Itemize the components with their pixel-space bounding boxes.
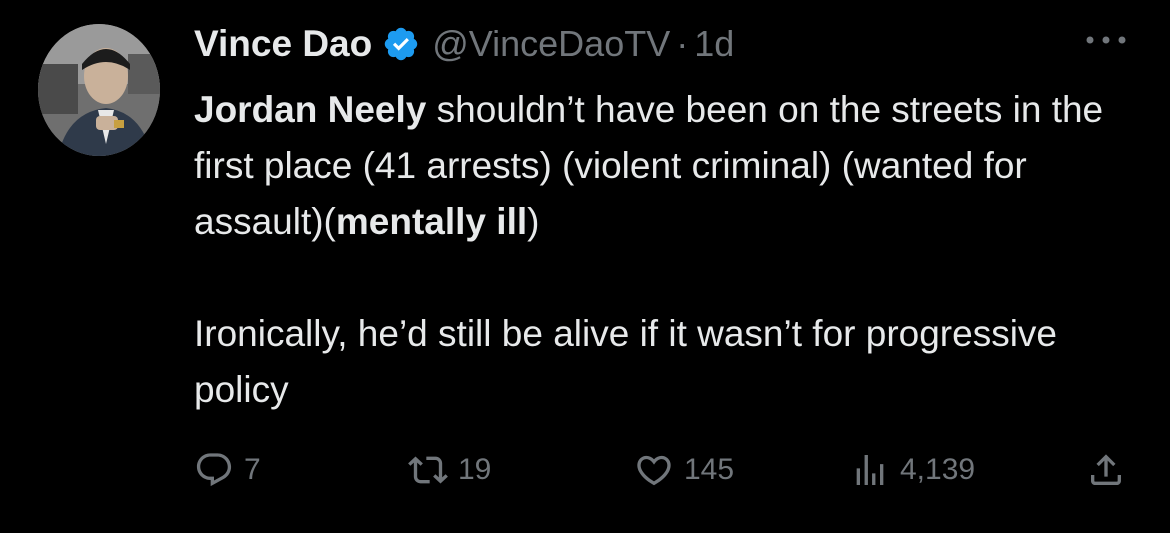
retweet-count: 19 (458, 453, 492, 486)
avatar-photo-icon (38, 24, 160, 156)
like-count: 145 (684, 453, 735, 486)
views-count: 4,139 (900, 453, 976, 486)
action-bar: 7 19 145 4,139 (194, 444, 1134, 496)
retweet-icon (408, 456, 448, 484)
verified-badge-icon (385, 27, 418, 61)
author-name[interactable]: Vince Dao (194, 23, 372, 65)
reply-icon (196, 453, 232, 487)
tweet-paragraph-2: Ironically, he’d still be alive if it wa… (194, 313, 1057, 410)
share-icon (1091, 454, 1121, 485)
tweet-timestamp[interactable]: 1d (694, 23, 734, 65)
bold-emphasis: mentally ill (335, 201, 528, 242)
reply-button[interactable]: 7 (194, 444, 261, 496)
author-handle[interactable]: @VinceDaoTV (432, 23, 670, 65)
bold-subject: Jordan Neely (194, 89, 427, 130)
tweet-header: Vince Dao @VinceDaoTV · 1d (194, 18, 734, 70)
retweet-button[interactable]: 19 (408, 444, 491, 496)
more-options-icon[interactable] (1082, 28, 1130, 52)
paragraph-1-end: ) (527, 201, 540, 242)
tweet-text: Jordan Neely shouldn’t have been on the … (194, 82, 1114, 418)
views-button[interactable]: 4,139 (850, 444, 975, 496)
views-chart-icon (856, 455, 884, 485)
separator-dot: · (676, 23, 689, 64)
reply-count: 7 (244, 453, 261, 486)
heart-icon (637, 455, 671, 486)
like-button[interactable]: 145 (634, 444, 734, 496)
tweet-paragraph-1: Jordan Neely shouldn’t have been on the … (194, 82, 1114, 250)
share-button[interactable] (1086, 444, 1126, 496)
avatar[interactable] (38, 24, 160, 156)
tweet-card[interactable]: Vince Dao @VinceDaoTV · 1d Jordan Neely … (0, 0, 1170, 533)
